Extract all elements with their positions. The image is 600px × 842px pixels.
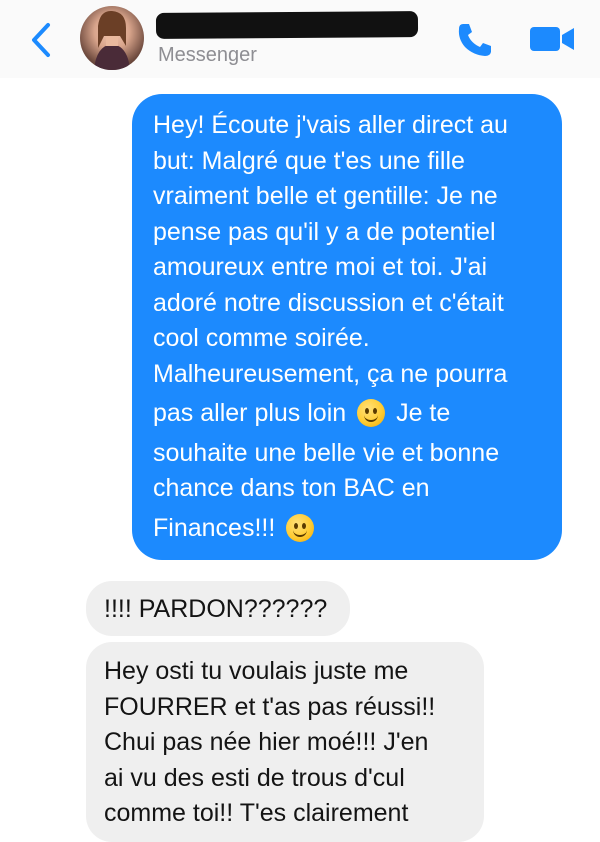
message-line: adoré notre discussion et c'était [153, 288, 504, 317]
message-line: Hey! Écoute j'vais aller direct au [153, 111, 508, 139]
message-text: pas aller plus loin [153, 399, 347, 427]
message-line: FOURRER et t'as pas réussi!! [104, 692, 436, 721]
phone-icon[interactable] [455, 20, 495, 60]
redacted-contact-name [155, 11, 419, 39]
chat-header: Messenger [0, 0, 600, 78]
message-text: !!!! PARDON?????? [104, 595, 328, 623]
video-camera-icon[interactable] [528, 22, 576, 56]
smiley-emoji-icon [286, 513, 315, 542]
back-chevron-icon[interactable] [26, 20, 56, 60]
message-line: Hey osti tu voulais juste me [104, 657, 409, 685]
message-line-with-emoji: Finances!!! [153, 511, 542, 547]
message-line: Malheureusement, ça ne pourra [153, 359, 508, 388]
avatar[interactable] [80, 6, 144, 70]
smiley-emoji-icon [357, 399, 386, 427]
message-line: pense pas qu'il y a de potentiel [153, 217, 496, 246]
message-line: cool comme soirée. [153, 324, 370, 352]
outgoing-message-bubble[interactable]: Hey! Écoute j'vais aller direct au but: … [132, 94, 562, 560]
message-line: amoureux entre moi et toi. J'ai [153, 253, 488, 281]
message-line: souhaite une belle vie et bonne [153, 438, 500, 467]
message-text: Finances!!! [153, 513, 276, 542]
header-subtitle: Messenger [158, 44, 257, 66]
message-text: Je te [396, 399, 451, 427]
message-line: Chui pas née hier moé!!! J'en [104, 728, 429, 756]
message-line: vraiment belle et gentille: Je ne [153, 182, 498, 210]
message-line: but: Malgré que t'es une fille [153, 146, 465, 175]
message-line: chance dans ton BAC en [153, 474, 430, 502]
incoming-message-bubble[interactable]: Hey osti tu voulais juste me FOURRER et … [86, 642, 484, 842]
message-line: ai vu des esti de trous d'cul [104, 763, 405, 792]
incoming-message-bubble[interactable]: !!!! PARDON?????? [86, 581, 350, 636]
message-line-with-emoji: pas aller plus loin Je te [153, 396, 542, 432]
message-line: comme toi!! T'es clairement [104, 799, 409, 827]
